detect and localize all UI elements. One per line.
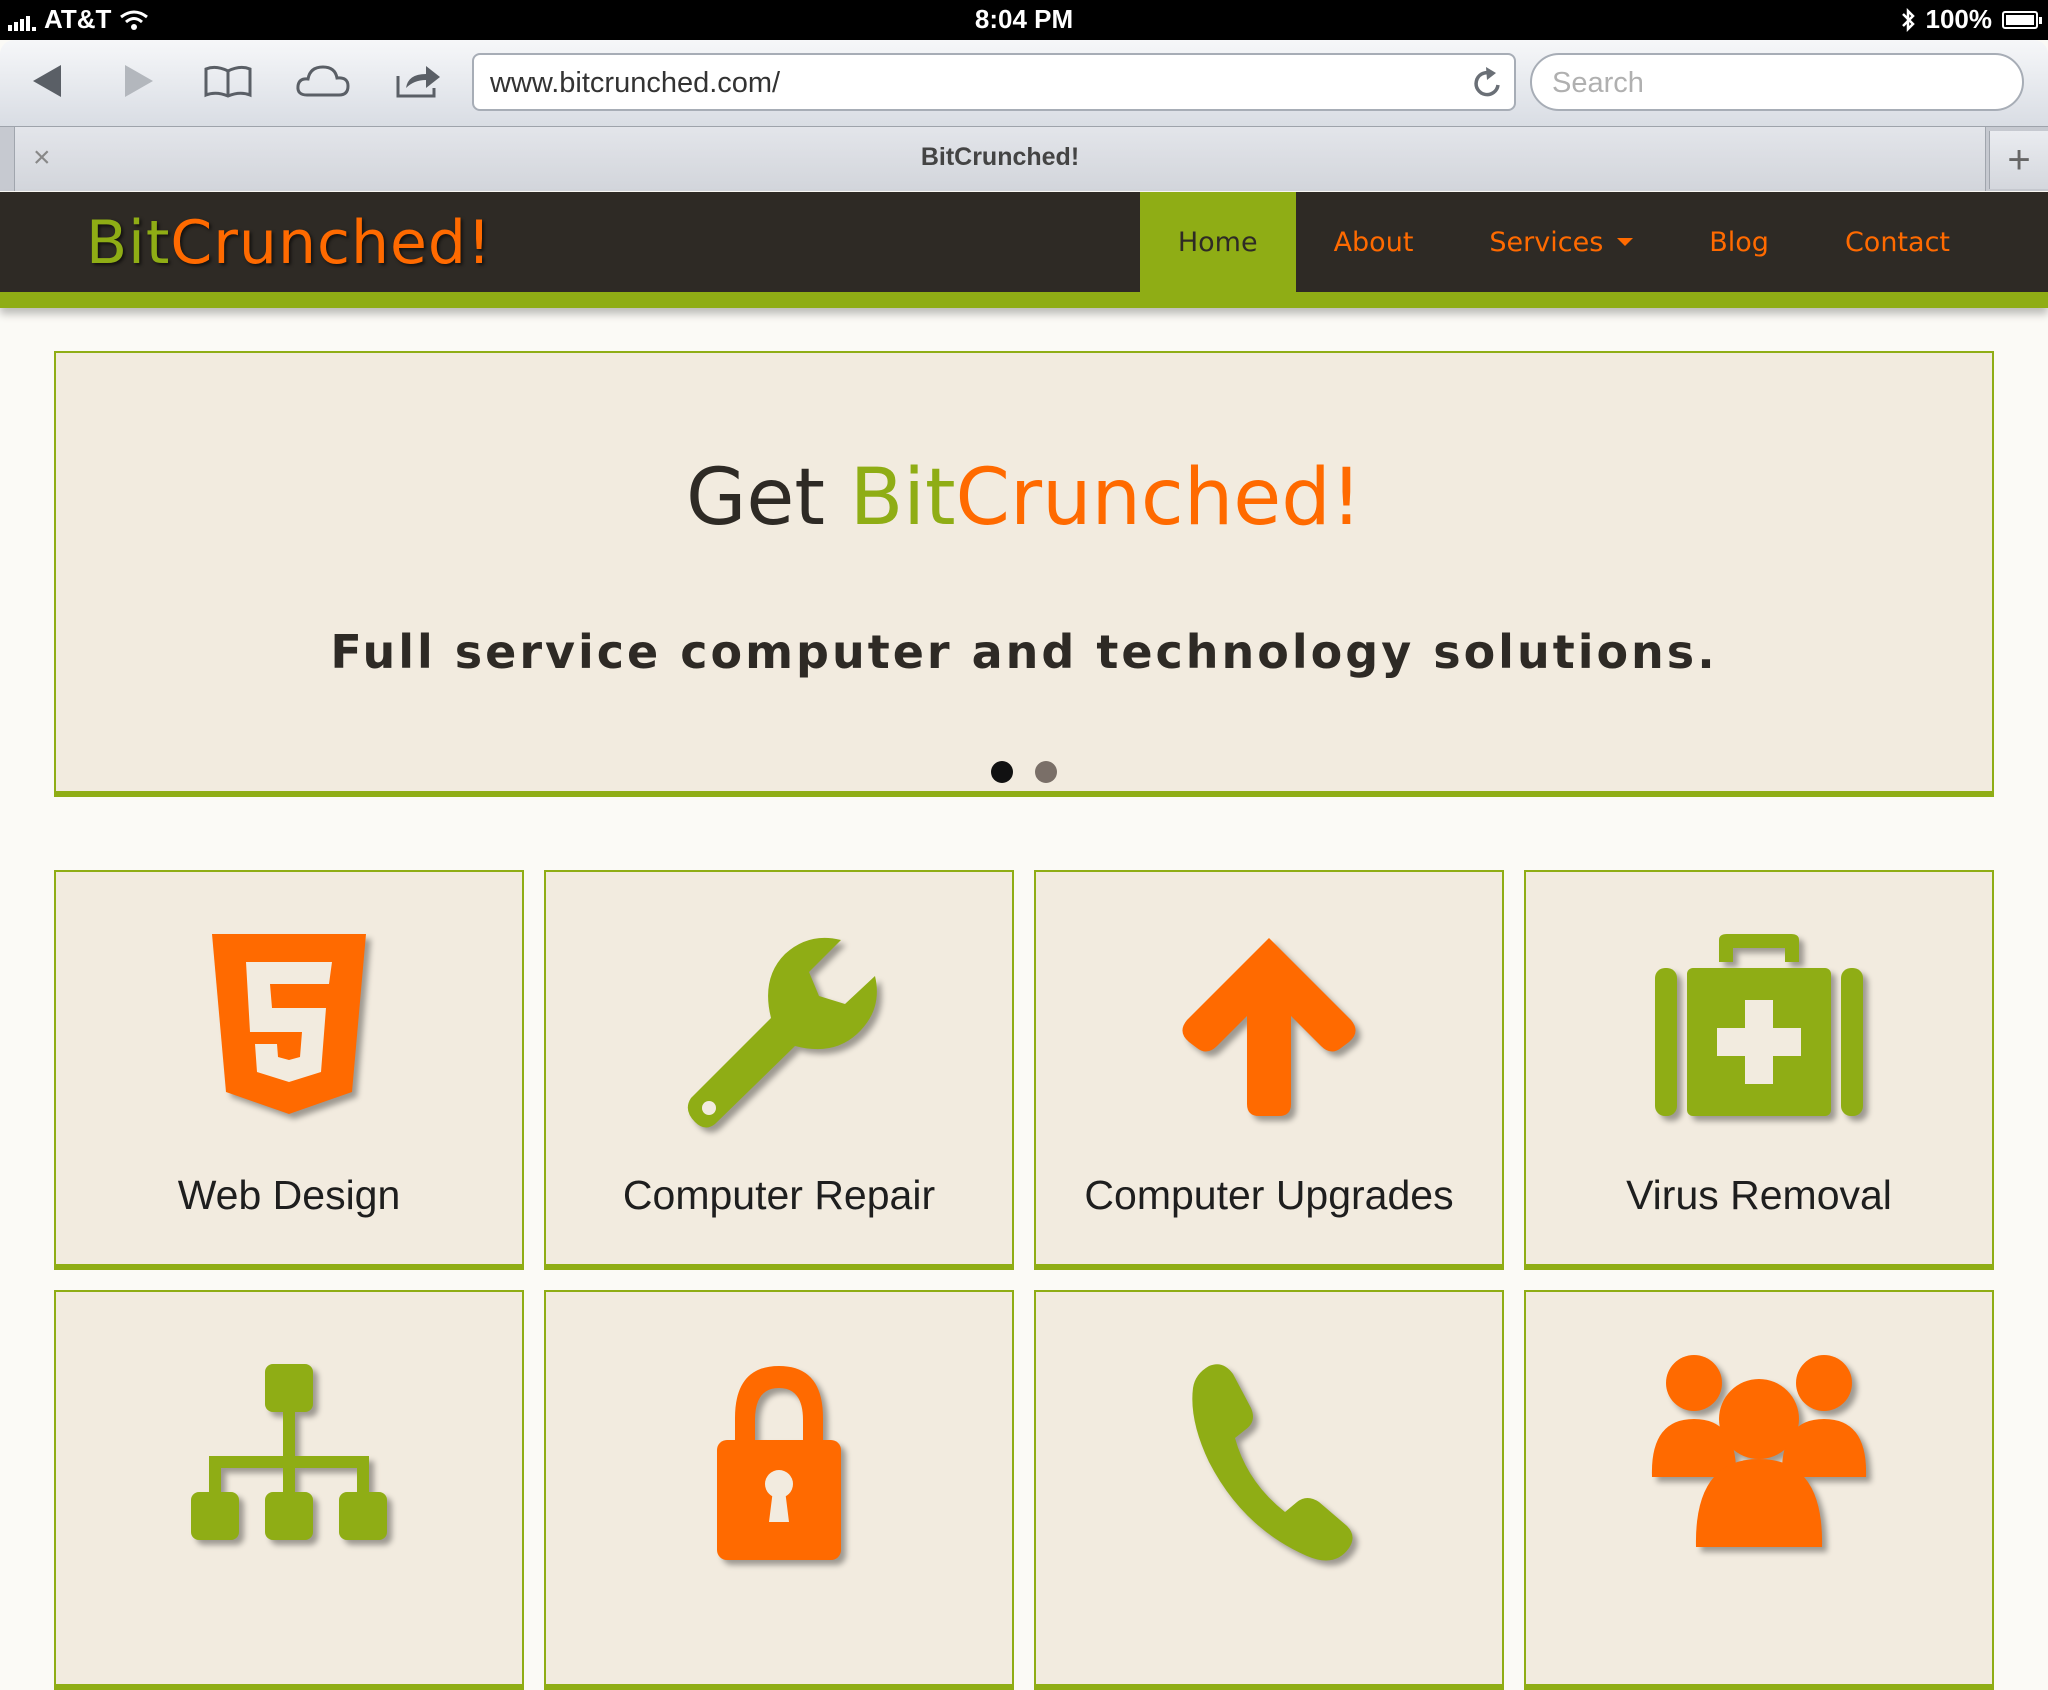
service-label: Virus Removal [1626, 1172, 1892, 1218]
service-card-phone-support[interactable] [1034, 1290, 1504, 1690]
share-icon [396, 66, 440, 98]
nav-blog[interactable]: Blog [1671, 192, 1807, 292]
service-card-virus-removal[interactable]: Virus Removal [1524, 870, 1994, 1270]
service-label: Computer Upgrades [1084, 1172, 1454, 1218]
hero-title-bit: Bit [849, 453, 956, 543]
group-icon [1651, 1355, 1867, 1547]
nav-home[interactable]: Home [1139, 192, 1296, 292]
logo-part-crunched: Crunched! [170, 208, 493, 278]
service-label: Computer Repair [622, 1172, 936, 1218]
book-icon [204, 65, 252, 98]
nav-services[interactable]: Services [1451, 192, 1671, 292]
html5-icon [212, 934, 366, 1114]
site-logo[interactable]: BitCrunched! [86, 208, 492, 278]
service-card-networking[interactable] [54, 1290, 524, 1690]
carousel-dot-2[interactable] [1035, 761, 1057, 783]
service-label: Web Design [177, 1172, 401, 1218]
bluetooth-icon [1901, 7, 1915, 32]
reload-button[interactable] [1472, 65, 1504, 107]
arrow-up-icon [1182, 938, 1356, 1116]
logo-part-bit: Bit [86, 208, 171, 278]
back-arrow-icon [33, 65, 61, 97]
tab-title: BitCrunched! [920, 143, 1080, 171]
back-button[interactable] [12, 50, 82, 112]
bookmarks-button[interactable] [193, 50, 263, 112]
medkit-icon [1655, 934, 1863, 1116]
service-card-web-design[interactable]: Web Design [54, 870, 524, 1270]
search-input[interactable]: Search [1530, 53, 2024, 111]
carousel-dot-1[interactable] [991, 761, 1013, 783]
cloud-icon [296, 65, 350, 97]
service-card-consulting[interactable] [1524, 1290, 1994, 1690]
phone-icon [1192, 1364, 1353, 1561]
service-card-computer-upgrades[interactable]: Computer Upgrades [1034, 870, 1504, 1270]
browser-toolbar: www.bitcrunched.com/ Search [0, 40, 2048, 126]
lock-icon [717, 1366, 841, 1560]
address-bar[interactable]: www.bitcrunched.com/ [472, 53, 1516, 111]
tab-bar: × BitCrunched! + [0, 126, 2048, 191]
icloud-tabs-button[interactable] [288, 50, 358, 112]
hero-carousel[interactable]: Get BitCrunched! Full service computer a… [54, 351, 1994, 797]
hero-title-crunched: Crunched! [955, 453, 1363, 543]
url-text: www.bitcrunched.com/ [490, 67, 781, 99]
nav-about[interactable]: About [1296, 192, 1452, 292]
site-navbar: BitCrunched! Home About Services Blog Co… [0, 192, 2048, 308]
service-card-security[interactable] [544, 1290, 1014, 1690]
nav-services-label: Services [1489, 226, 1604, 258]
service-card-computer-repair[interactable]: Computer Repair [544, 870, 1014, 1270]
forward-button[interactable] [104, 50, 174, 112]
forward-arrow-icon [125, 65, 153, 97]
status-right: 100% [1900, 4, 2042, 35]
caret-down-icon [1617, 238, 1634, 246]
battery-icon [2002, 10, 2042, 29]
status-time: 8:04 PM [974, 4, 1074, 34]
nav-menu: Home About Services Blog Contact [1139, 192, 2048, 292]
carousel-indicators [56, 761, 1992, 783]
network-icon [191, 1364, 387, 1540]
nav-contact[interactable]: Contact [1807, 192, 1988, 292]
wrench-icon [687, 937, 877, 1128]
share-button[interactable] [384, 50, 454, 112]
reload-icon [1474, 67, 1500, 97]
new-tab-button[interactable]: + [1989, 131, 2048, 189]
hero-subtitle: Full service computer and technology sol… [330, 625, 1718, 679]
tab-bitcrunched[interactable]: × BitCrunched! [14, 127, 1986, 191]
battery-percent: 100% [1925, 4, 1993, 34]
hero-title-prefix: Get [685, 453, 850, 543]
status-bar: AT&T 8:04 PM 100% [0, 0, 2048, 40]
hero-title: Get BitCrunched! [56, 453, 1992, 543]
